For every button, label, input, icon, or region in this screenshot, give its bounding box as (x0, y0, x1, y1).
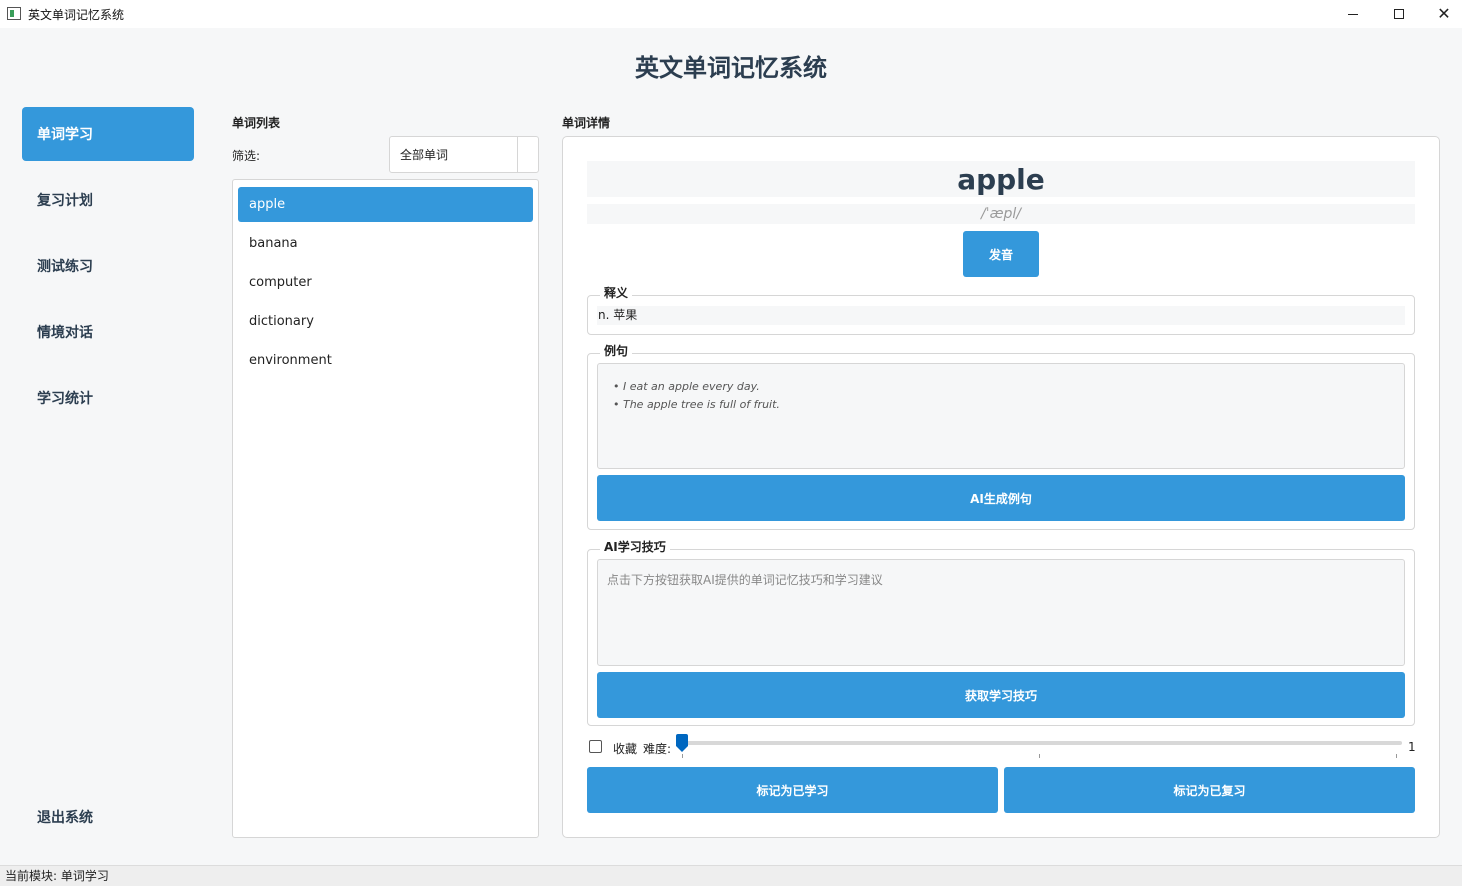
list-item[interactable]: computer (238, 265, 533, 300)
meaning-text: n. 苹果 (597, 306, 1405, 325)
mark-reviewed-button[interactable]: 标记为已复习 (1004, 767, 1415, 813)
maximize-button[interactable] (1376, 0, 1422, 28)
page-title: 英文单词记忆系统 (635, 54, 827, 82)
difficulty-slider-track[interactable] (682, 741, 1402, 745)
filter-select[interactable]: 全部单词 (389, 136, 539, 173)
ai-generate-example-button[interactable]: AI生成例句 (597, 475, 1405, 521)
favorite-checkbox[interactable] (589, 740, 602, 753)
filter-select-value: 全部单词 (400, 148, 449, 162)
window-titlebar: 英文单词记忆系统 ✕ (0, 0, 1462, 28)
difficulty-slider-handle[interactable] (676, 734, 688, 752)
close-icon: ✕ (1437, 4, 1451, 23)
examples-textbox[interactable] (597, 363, 1405, 469)
minimize-icon (1348, 13, 1358, 15)
list-item[interactable]: dictionary (238, 304, 533, 339)
app-icon (7, 7, 21, 20)
pronounce-button[interactable]: 发音 (963, 231, 1039, 277)
tips-group-title: AI学习技巧 (600, 538, 670, 555)
list-item[interactable]: apple (238, 187, 533, 222)
list-item[interactable]: banana (238, 226, 533, 261)
example-sentence: • The apple tree is full of fruit. (613, 398, 780, 411)
sidebar-item-test-practice[interactable]: 测试练习 (22, 239, 194, 293)
sidebar-item-dialogue[interactable]: 情境对话 (22, 305, 194, 359)
dropdown-separator (517, 137, 518, 172)
difficulty-label: 难度: (643, 742, 672, 756)
filter-label: 筛选: (232, 149, 261, 163)
tips-placeholder: 点击下方按钮获取AI提供的单词记忆技巧和学习建议 (607, 573, 883, 587)
status-bar: 当前模块: 单词学习 (0, 865, 1462, 886)
slider-tick (1039, 754, 1040, 758)
minimize-button[interactable] (1330, 0, 1376, 28)
favorite-label: 收藏 (613, 742, 638, 756)
window-title: 英文单词记忆系统 (28, 8, 125, 22)
slider-tick (682, 754, 683, 758)
meaning-group-title: 释义 (600, 284, 633, 301)
examples-group-title: 例句 (600, 342, 633, 359)
word-list[interactable]: apple banana computer dictionary environ… (232, 179, 539, 838)
difficulty-value: 1 (1408, 740, 1416, 754)
list-item[interactable]: environment (238, 343, 533, 378)
sidebar-item-review-plan[interactable]: 复习计划 (22, 173, 194, 227)
example-sentence: • I eat an apple every day. (613, 380, 760, 393)
mark-learned-button[interactable]: 标记为已学习 (587, 767, 998, 813)
close-button[interactable]: ✕ (1421, 0, 1462, 28)
phonetic-text: /ˈæpl/ (587, 204, 1415, 224)
word-detail-title: 单词详情 (562, 116, 611, 130)
maximize-icon (1394, 9, 1404, 19)
get-tips-button[interactable]: 获取学习技巧 (597, 672, 1405, 718)
slider-tick (1396, 754, 1397, 758)
exit-button[interactable]: 退出系统 (22, 790, 194, 844)
word-heading: apple (587, 161, 1415, 197)
sidebar-item-statistics[interactable]: 学习统计 (22, 371, 194, 425)
sidebar-item-word-study[interactable]: 单词学习 (22, 107, 194, 161)
word-list-title: 单词列表 (232, 116, 281, 130)
